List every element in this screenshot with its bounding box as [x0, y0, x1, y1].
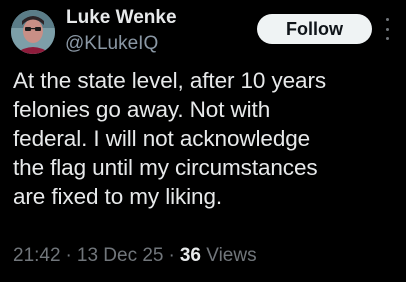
more-dot [385, 27, 389, 31]
tweet-time[interactable]: 21:42 [13, 245, 61, 266]
author-display-name[interactable]: Luke Wenke [66, 7, 177, 29]
tweet-meta: 21:42 · 13 Dec 25 · 36 Views [13, 245, 257, 267]
tweet-card: Luke Wenke @KLukeIQ Follow At the state … [0, 0, 406, 282]
meta-separator: · [65, 245, 72, 266]
author-handle[interactable]: @KLukeIQ [65, 33, 158, 55]
avatar[interactable] [11, 10, 55, 54]
views-count[interactable]: 36 [180, 245, 201, 266]
more-vertical-icon[interactable] [382, 18, 392, 40]
tweet-date[interactable]: 13 Dec 25 [77, 245, 164, 266]
follow-button[interactable]: Follow [257, 14, 372, 44]
more-dot [385, 18, 389, 21]
avatar-image [11, 10, 55, 54]
views-label: Views [206, 245, 257, 266]
more-dot [385, 37, 389, 40]
tweet-text: At the state level, after 10 years felon… [13, 68, 327, 209]
meta-separator: · [168, 245, 175, 266]
